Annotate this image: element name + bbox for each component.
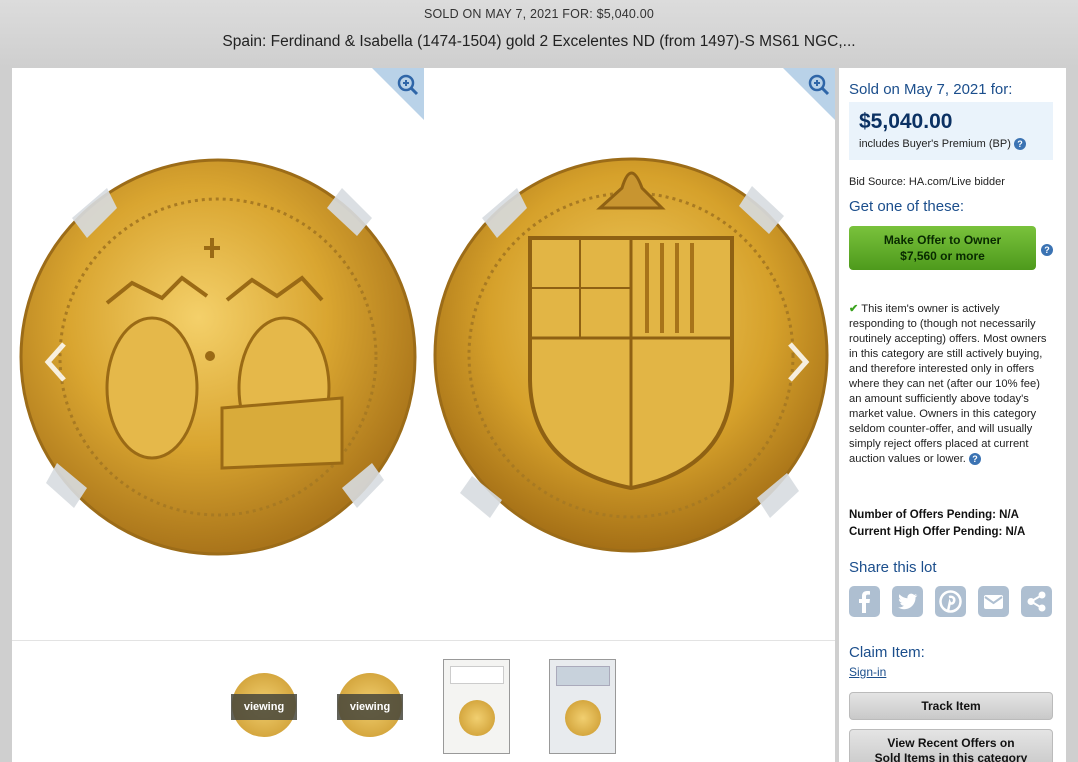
email-icon bbox=[984, 595, 1003, 609]
facebook-share-button[interactable] bbox=[849, 586, 880, 617]
help-icon[interactable]: ? bbox=[969, 453, 982, 466]
viewing-label: viewing bbox=[231, 694, 297, 720]
thumbnail-image bbox=[443, 659, 510, 754]
bp-note-text: includes Buyer's Premium (BP) bbox=[859, 138, 1011, 150]
make-offer-button[interactable]: Make Offer to Owner $7,560 or more bbox=[849, 226, 1036, 270]
owner-activity-note: ✔ This item's owner is actively respondi… bbox=[849, 302, 1049, 467]
facebook-icon bbox=[859, 591, 870, 613]
sold-price: $5,040.00 bbox=[859, 110, 953, 133]
twitter-share-button[interactable] bbox=[892, 586, 923, 617]
sign-in-link[interactable]: Sign-in bbox=[849, 665, 886, 679]
chevron-left-icon bbox=[44, 342, 66, 382]
prev-image-button[interactable] bbox=[44, 340, 68, 384]
next-image-button[interactable] bbox=[786, 340, 810, 384]
viewing-label: viewing bbox=[337, 694, 403, 720]
help-icon[interactable]: ? bbox=[1013, 138, 1026, 151]
main-coin-image[interactable] bbox=[12, 68, 835, 640]
lot-header: SOLD ON MAY 7, 2021 FOR: $5,040.00 Spain… bbox=[0, 0, 1078, 67]
recent-offers-line2: Sold Items in this category bbox=[874, 751, 1028, 762]
twitter-icon bbox=[898, 593, 918, 610]
image-viewer: viewing viewing bbox=[12, 68, 835, 762]
view-recent-offers-button[interactable]: View Recent Offers on Sold Items in this… bbox=[849, 729, 1053, 762]
claim-item-heading: Claim Item: bbox=[849, 644, 925, 661]
more-share-button[interactable] bbox=[1021, 586, 1052, 617]
offers-pending: Number of Offers Pending: N/A bbox=[849, 509, 1019, 521]
owner-note-text: This item's owner is actively responding… bbox=[849, 303, 1047, 465]
buyers-premium-note: includes Buyer's Premium (BP) ? bbox=[859, 138, 1026, 151]
thumbnail-divider bbox=[12, 640, 835, 641]
offer-button-line1: Make Offer to Owner bbox=[883, 233, 1002, 247]
zoom-obverse-button[interactable] bbox=[372, 68, 424, 120]
sold-summary: SOLD ON MAY 7, 2021 FOR: $5,040.00 bbox=[423, 7, 655, 21]
lot-title: Spain: Ferdinand & Isabella (1474-1504) … bbox=[222, 33, 856, 50]
offer-button-line2: $7,560 or more bbox=[900, 249, 985, 263]
zoom-in-icon bbox=[372, 68, 424, 120]
zoom-reverse-button[interactable] bbox=[783, 68, 835, 120]
help-icon[interactable]: ? bbox=[1041, 244, 1053, 256]
pinterest-icon bbox=[939, 590, 962, 613]
lot-sidebar: Sold on May 7, 2021 for: $5,040.00 inclu… bbox=[839, 68, 1066, 762]
share-icon bbox=[1027, 591, 1046, 612]
track-item-button[interactable]: Track Item bbox=[849, 692, 1053, 720]
zoom-in-icon bbox=[783, 68, 835, 120]
price-box: $5,040.00 includes Buyer's Premium (BP) … bbox=[849, 102, 1053, 160]
thumbnail-image bbox=[549, 659, 616, 754]
recent-offers-line1: View Recent Offers on bbox=[887, 736, 1015, 750]
coin-reverse bbox=[433, 157, 829, 553]
pinterest-share-button[interactable] bbox=[935, 586, 966, 617]
sold-on-label: Sold on May 7, 2021 for: bbox=[849, 81, 1013, 98]
check-icon: ✔ bbox=[849, 303, 859, 315]
email-share-button[interactable] bbox=[978, 586, 1009, 617]
bid-source: Bid Source: HA.com/Live bidder bbox=[849, 176, 1005, 188]
chevron-right-icon bbox=[788, 342, 810, 382]
coin-obverse bbox=[19, 158, 417, 556]
share-heading: Share this lot bbox=[849, 559, 937, 576]
high-offer-pending: Current High Offer Pending: N/A bbox=[849, 526, 1026, 538]
get-one-heading: Get one of these: bbox=[849, 198, 965, 215]
